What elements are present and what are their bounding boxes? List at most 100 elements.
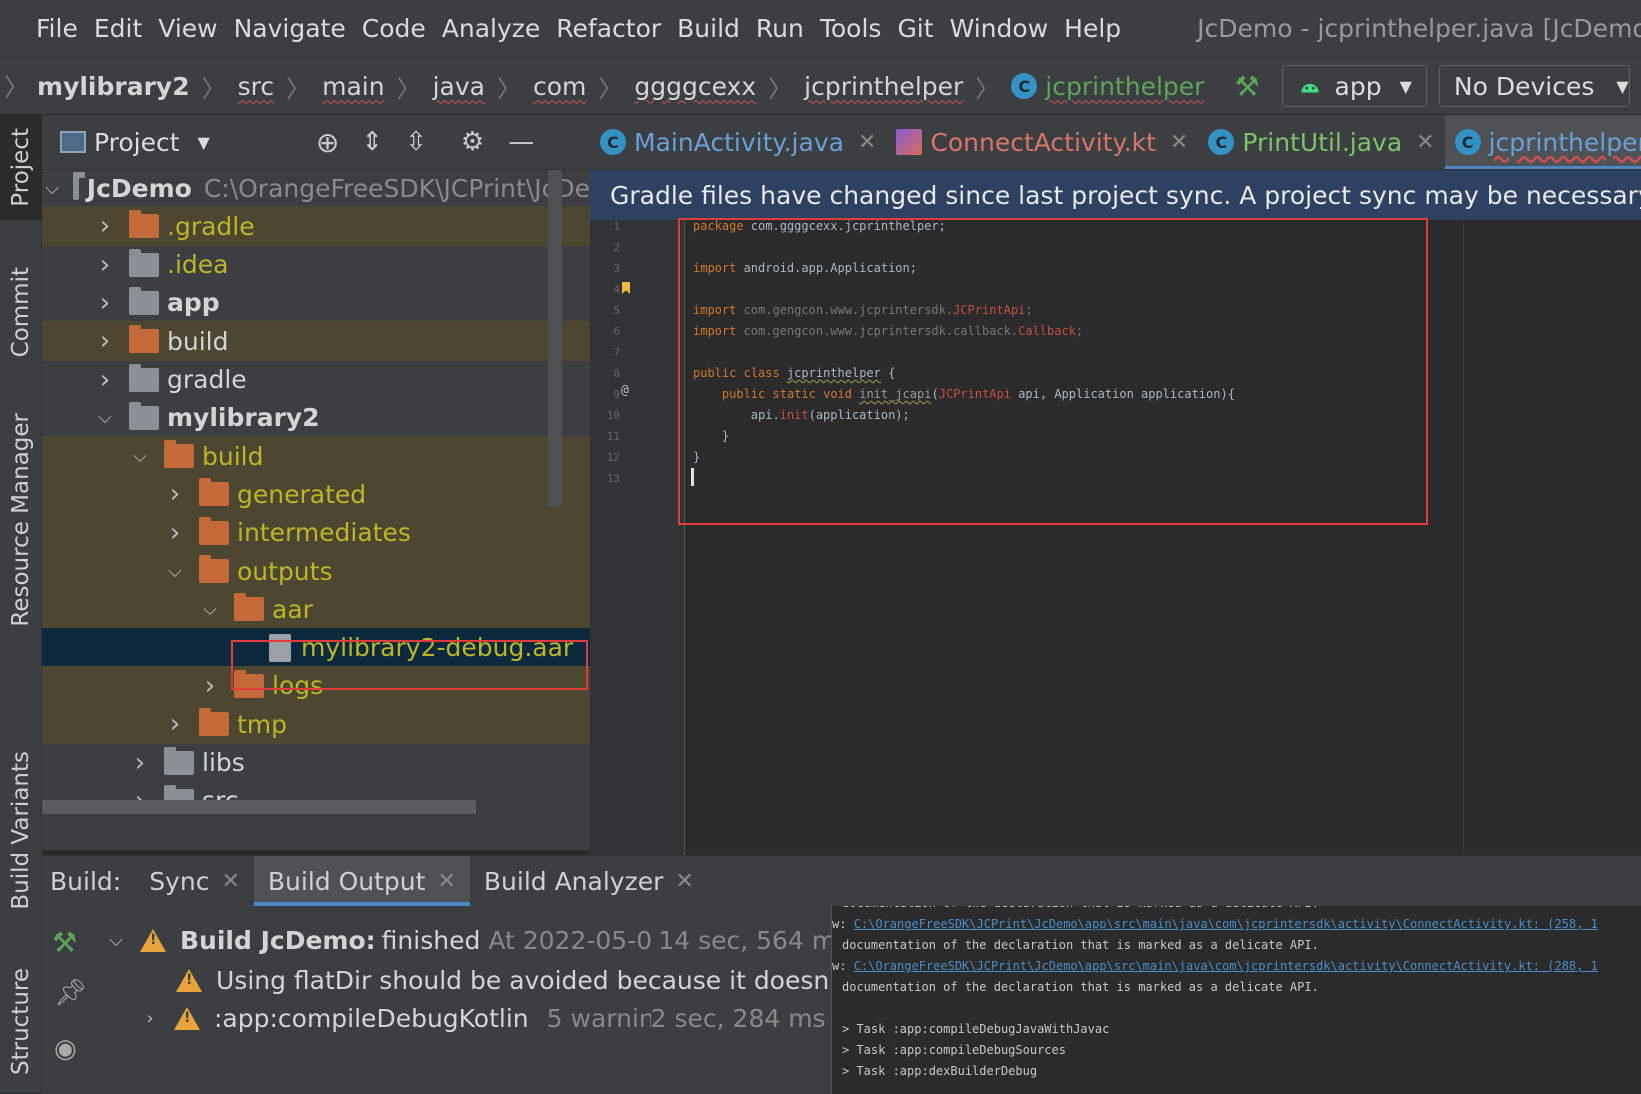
collapse-all-icon[interactable]: ⇳ bbox=[405, 127, 427, 157]
chevron-right-icon[interactable]: › bbox=[165, 518, 185, 548]
breadcrumb-item[interactable]: mylibrary2 〉 bbox=[37, 69, 238, 104]
chevron-down-icon[interactable]: ⌵ bbox=[130, 446, 150, 467]
expand-all-icon[interactable]: ⇕ bbox=[361, 127, 383, 157]
build-tree-row[interactable]: Using flatDir should be avoided because … bbox=[176, 960, 831, 1000]
tool-tab-commit[interactable]: Commit bbox=[0, 250, 42, 375]
chevron-right-icon[interactable]: › bbox=[95, 211, 115, 241]
build-tree-row[interactable]: › :app:compileDebugKotlin 5 warning 2 se… bbox=[140, 998, 825, 1038]
tool-tab-structure[interactable]: Structure bbox=[0, 950, 42, 1093]
vertical-scrollbar[interactable] bbox=[548, 170, 562, 507]
hammer-build-icon[interactable]: ⚒ bbox=[52, 926, 77, 959]
menu-item-git[interactable]: Git bbox=[897, 14, 933, 43]
breadcrumb-item[interactable]: java 〉 bbox=[433, 69, 533, 104]
gear-icon[interactable]: ⚙ bbox=[461, 127, 484, 157]
chevron-down-icon[interactable]: ⌵ bbox=[106, 930, 126, 951]
tab-sync[interactable]: Sync ✕ bbox=[135, 856, 254, 906]
warning-icon bbox=[176, 968, 202, 992]
console-line: > Task :app:compileDebugSources bbox=[842, 1043, 1066, 1057]
chevron-right-icon[interactable]: › bbox=[165, 709, 185, 739]
close-icon[interactable]: ✕ bbox=[1170, 130, 1188, 155]
tree-item[interactable]: › libs bbox=[42, 743, 590, 783]
project-tree: ⌵ JcDemo C:\OrangeFreeSDK\JCPrint\JcDe › .gr… bbox=[42, 170, 590, 850]
line-number: 7 bbox=[613, 346, 620, 359]
close-icon[interactable]: ✕ bbox=[858, 130, 876, 155]
close-icon[interactable]: ✕ bbox=[675, 869, 693, 894]
chevron-down-icon[interactable]: ⌵ bbox=[200, 599, 220, 620]
tool-tab-build-variants[interactable]: Build Variants bbox=[0, 735, 42, 925]
breadcrumb-item[interactable]: Cjcprinthelper bbox=[1011, 72, 1204, 101]
tab-build-output[interactable]: Build Output ✕ bbox=[253, 856, 470, 906]
file-link[interactable]: C:\OrangeFreeSDK\JCPrint\JcDemo\app\src\… bbox=[854, 917, 1598, 931]
menu-item-build[interactable]: Build bbox=[677, 14, 740, 43]
chevron-right-icon[interactable]: › bbox=[95, 365, 115, 395]
device-select[interactable]: No Devices ▼ bbox=[1438, 65, 1630, 107]
tab-build-analyzer[interactable]: Build Analyzer ✕ bbox=[470, 856, 708, 906]
menu-item-file[interactable]: File bbox=[36, 14, 78, 43]
chevron-down-icon[interactable]: ▼ bbox=[198, 133, 210, 152]
tree-item[interactable]: › intermediates bbox=[42, 512, 590, 553]
line-number: 8 bbox=[613, 367, 620, 380]
eye-icon[interactable]: ◉ bbox=[54, 1034, 77, 1064]
tool-tab-project[interactable]: Project bbox=[0, 115, 42, 220]
chevron-right-icon[interactable]: › bbox=[130, 748, 150, 778]
file-link[interactable]: C:\OrangeFreeSDK\JCPrint\JcDemo\app\src\… bbox=[854, 959, 1598, 973]
menu-item-window[interactable]: Window bbox=[950, 14, 1049, 43]
run-config-select[interactable]: app ▼ bbox=[1281, 65, 1427, 107]
tree-item[interactable]: ⌵ build bbox=[42, 436, 590, 477]
breadcrumb-item[interactable]: com 〉 bbox=[533, 69, 634, 104]
menu-item-edit[interactable]: Edit bbox=[94, 14, 142, 43]
editor-tab[interactable]: ConnectActivity.kt ✕ bbox=[886, 115, 1198, 169]
chevron-right-icon[interactable]: › bbox=[95, 250, 115, 280]
build-output-console[interactable]: documentation of the declaration that is… bbox=[832, 906, 1641, 1094]
minimize-icon[interactable]: — bbox=[508, 127, 534, 157]
chevron-down-icon[interactable]: ⌵ bbox=[95, 407, 115, 428]
menu-item-code[interactable]: Code bbox=[362, 14, 426, 43]
tree-item[interactable]: › generated bbox=[42, 474, 590, 515]
menu-item-refactor[interactable]: Refactor bbox=[556, 14, 661, 43]
breadcrumb-item[interactable]: ggggcexx 〉 bbox=[634, 69, 804, 104]
chevron-right-icon[interactable]: › bbox=[95, 288, 115, 318]
chevron-right-icon[interactable]: › bbox=[200, 671, 220, 701]
editor-tab-label: MainActivity.java bbox=[634, 127, 844, 157]
breadcrumb-item[interactable]: src 〉 bbox=[238, 69, 323, 104]
tree-item[interactable]: ⌵ mylibrary2 bbox=[42, 398, 590, 438]
menu-item-analyze[interactable]: Analyze bbox=[442, 14, 541, 43]
pin-icon[interactable]: 📌︎ bbox=[54, 978, 87, 1008]
editor-tab[interactable]: Cjcprinthelper.java bbox=[1444, 115, 1641, 169]
editor-tab[interactable]: C MainActivity.java ✕ bbox=[590, 115, 886, 169]
locate-icon[interactable]: ⊕ bbox=[316, 126, 339, 159]
folder-icon bbox=[199, 478, 229, 507]
tree-item[interactable]: › .idea bbox=[42, 245, 590, 285]
close-icon[interactable]: ✕ bbox=[221, 869, 239, 894]
project-view-label[interactable]: Project bbox=[94, 128, 180, 157]
chevron-down-icon[interactable]: ⌵ bbox=[45, 178, 59, 199]
tree-item[interactable]: › app bbox=[42, 283, 590, 323]
chevron-right-icon[interactable]: › bbox=[95, 326, 115, 356]
hammer-build-icon[interactable]: ⚒ bbox=[1234, 70, 1259, 103]
tree-item[interactable]: › .gradle bbox=[42, 206, 590, 247]
menu-item-run[interactable]: Run bbox=[756, 14, 804, 43]
menu-item-navigate[interactable]: Navigate bbox=[234, 14, 346, 43]
close-icon[interactable]: ✕ bbox=[437, 869, 455, 894]
tree-item[interactable]: ⌵ JcDemo C:\OrangeFreeSDK\JCPrint\JcDe bbox=[42, 170, 590, 208]
override-marker-icon[interactable]: @ bbox=[621, 383, 629, 398]
tree-item[interactable]: › gradle bbox=[42, 360, 590, 400]
tree-item[interactable]: › build bbox=[42, 321, 590, 362]
chevron-right-icon[interactable]: › bbox=[165, 479, 185, 509]
menu-item-tools[interactable]: Tools bbox=[820, 14, 882, 43]
menu-item-view[interactable]: View bbox=[158, 14, 217, 43]
build-tool-window: Build: Sync ✕ Build Output ✕ Build Analyze… bbox=[42, 855, 1641, 1094]
chevron-down-icon[interactable]: ⌵ bbox=[165, 561, 185, 582]
chevron-right-icon[interactable]: › bbox=[140, 1008, 160, 1029]
tree-item[interactable]: ⌵ aar bbox=[42, 589, 590, 630]
tree-item[interactable]: ⌵ outputs bbox=[42, 551, 590, 591]
horizontal-scrollbar[interactable] bbox=[42, 800, 476, 814]
editor-tab[interactable]: C PrintUtil.java ✕ bbox=[1198, 115, 1444, 169]
breadcrumb-item[interactable]: jcprinthelper 〉 bbox=[804, 69, 1011, 104]
build-tree-row[interactable]: ⌵ Build JcDemo: finished At 2022-05-0! 1… bbox=[106, 920, 831, 960]
breadcrumb-item[interactable]: main 〉 bbox=[322, 69, 432, 104]
tree-item[interactable]: › tmp bbox=[42, 704, 590, 745]
menu-item-help[interactable]: Help bbox=[1064, 14, 1121, 43]
tool-tab-resource-manager[interactable]: Resource Manager bbox=[0, 405, 42, 635]
close-icon[interactable]: ✕ bbox=[1416, 130, 1434, 155]
